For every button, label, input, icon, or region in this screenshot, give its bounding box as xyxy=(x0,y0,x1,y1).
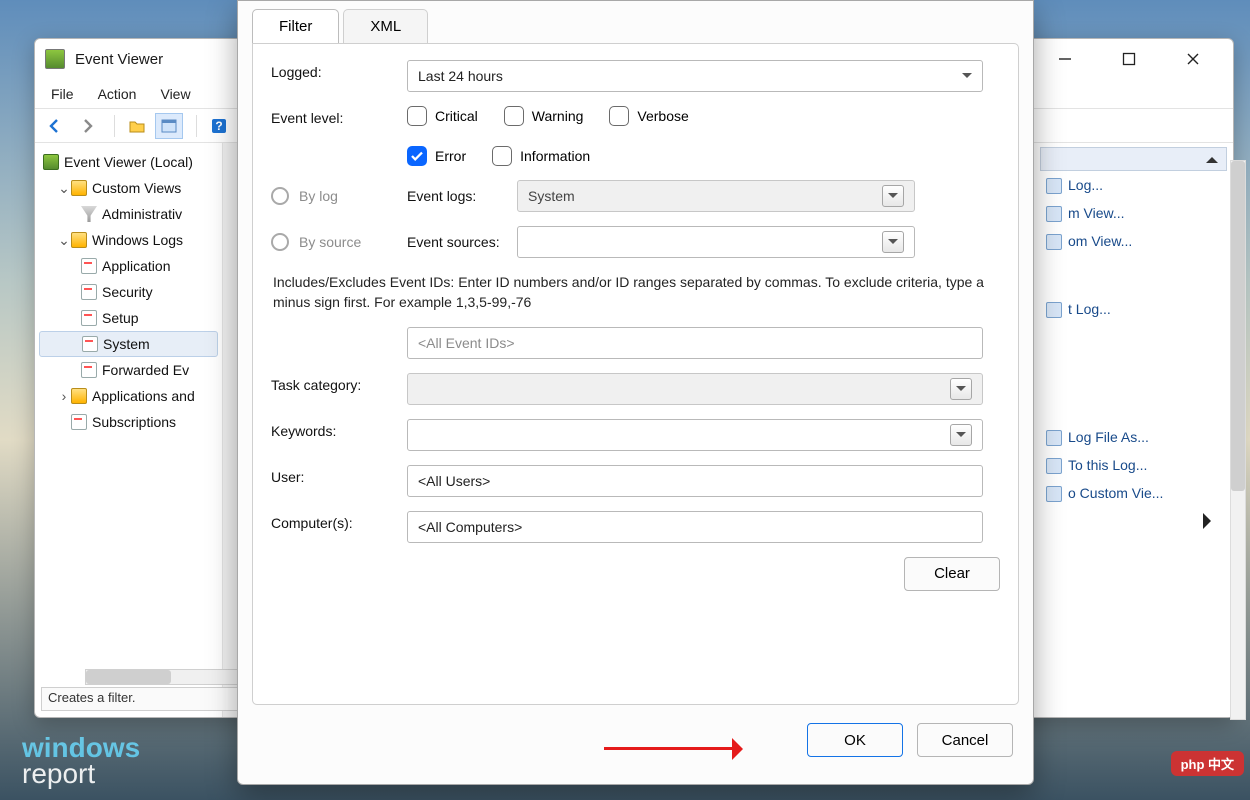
chevron-down-icon xyxy=(888,193,898,203)
tree-log-forwarded[interactable]: Forwarded Ev xyxy=(39,357,218,383)
menu-view[interactable]: View xyxy=(160,86,190,102)
cancel-button[interactable]: Cancel xyxy=(917,723,1013,757)
close-button[interactable] xyxy=(1175,45,1211,73)
svg-text:?: ? xyxy=(215,119,222,133)
tree-log-system[interactable]: System xyxy=(39,331,218,357)
event-logs-combo[interactable]: System xyxy=(517,180,915,212)
event-ids-input[interactable]: <All Event IDs> xyxy=(407,327,983,359)
action-item[interactable]: Log File As... xyxy=(1040,423,1227,451)
label-task-category: Task category: xyxy=(271,373,407,393)
statusbar: Creates a filter. xyxy=(41,687,261,711)
tree-applications-services[interactable]: ›Applications and xyxy=(39,383,218,409)
tree-log-security[interactable]: Security xyxy=(39,279,218,305)
action-item[interactable]: m View... xyxy=(1040,199,1227,227)
action-item[interactable]: To this Log... xyxy=(1040,451,1227,479)
label-event-level: Event level: xyxy=(271,106,407,126)
ok-button[interactable]: OK xyxy=(807,723,903,757)
chevron-down-icon xyxy=(888,239,898,249)
label-event-sources: Event sources: xyxy=(407,234,517,250)
label-event-logs: Event logs: xyxy=(407,188,517,204)
minimize-button[interactable] xyxy=(1047,45,1083,73)
help-button[interactable]: ? xyxy=(205,113,233,139)
tree-admin-events[interactable]: Administrativ xyxy=(39,201,218,227)
radio-by-log[interactable]: By log xyxy=(271,187,407,205)
action-pane-toggle[interactable] xyxy=(155,113,183,139)
nav-back-button[interactable] xyxy=(41,113,69,139)
chk-warning[interactable]: Warning xyxy=(504,106,584,126)
chevron-down-icon xyxy=(962,73,972,83)
label-user: User: xyxy=(271,465,407,485)
nav-tree[interactable]: Event Viewer (Local) ⌄Custom Views Admin… xyxy=(35,143,223,717)
chevron-up-icon xyxy=(1206,151,1218,163)
event-viewer-icon xyxy=(45,49,65,69)
clear-button[interactable]: Clear xyxy=(904,557,1000,591)
user-input[interactable]: <All Users> xyxy=(407,465,983,497)
folder-icon[interactable] xyxy=(123,113,151,139)
actions-scrollbar[interactable] xyxy=(1230,160,1246,720)
tree-log-application[interactable]: Application xyxy=(39,253,218,279)
chevron-down-icon xyxy=(956,386,966,396)
tab-xml[interactable]: XML xyxy=(343,9,428,43)
annotation-arrow-icon xyxy=(604,737,754,761)
chk-information[interactable]: Information xyxy=(492,146,590,166)
action-item[interactable]: t Log... xyxy=(1040,295,1227,323)
radio-by-source[interactable]: By source xyxy=(271,233,407,251)
event-id-help: Includes/Excludes Event IDs: Enter ID nu… xyxy=(273,272,1000,313)
watermark: windowsreport xyxy=(22,735,140,788)
tree-windows-logs[interactable]: ⌄Windows Logs xyxy=(39,227,218,253)
task-category-combo[interactable] xyxy=(407,373,983,405)
keywords-combo[interactable] xyxy=(407,419,983,451)
label-keywords: Keywords: xyxy=(271,419,407,439)
nav-forward-button[interactable] xyxy=(73,113,101,139)
chevron-right-icon xyxy=(1203,513,1219,529)
action-expand[interactable] xyxy=(1040,507,1227,535)
chk-error[interactable]: Error xyxy=(407,146,466,166)
filter-dialog: Filter XML Logged: Last 24 hours Event l… xyxy=(237,0,1034,785)
tree-root[interactable]: Event Viewer (Local) xyxy=(39,149,218,175)
actions-pane: Log... m View... om View... t Log... Log… xyxy=(1033,143,1233,717)
actions-header[interactable] xyxy=(1040,147,1227,171)
chk-verbose[interactable]: Verbose xyxy=(609,106,688,126)
menu-file[interactable]: File xyxy=(51,86,74,102)
computers-input[interactable]: <All Computers> xyxy=(407,511,983,543)
label-logged: Logged: xyxy=(271,60,407,80)
menu-action[interactable]: Action xyxy=(98,86,137,102)
action-item[interactable]: o Custom Vie... xyxy=(1040,479,1227,507)
site-badge: php 中文 xyxy=(1171,751,1244,776)
label-computers: Computer(s): xyxy=(271,511,407,531)
tab-filter[interactable]: Filter xyxy=(252,9,339,43)
action-item[interactable]: Log... xyxy=(1040,171,1227,199)
logged-combo[interactable]: Last 24 hours xyxy=(407,60,983,92)
tree-log-setup[interactable]: Setup xyxy=(39,305,218,331)
event-sources-combo[interactable] xyxy=(517,226,915,258)
tree-subscriptions[interactable]: Subscriptions xyxy=(39,409,218,435)
chevron-down-icon xyxy=(956,432,966,442)
tree-custom-views[interactable]: ⌄Custom Views xyxy=(39,175,218,201)
action-item[interactable]: om View... xyxy=(1040,227,1227,255)
chk-critical[interactable]: Critical xyxy=(407,106,478,126)
maximize-button[interactable] xyxy=(1111,45,1147,73)
